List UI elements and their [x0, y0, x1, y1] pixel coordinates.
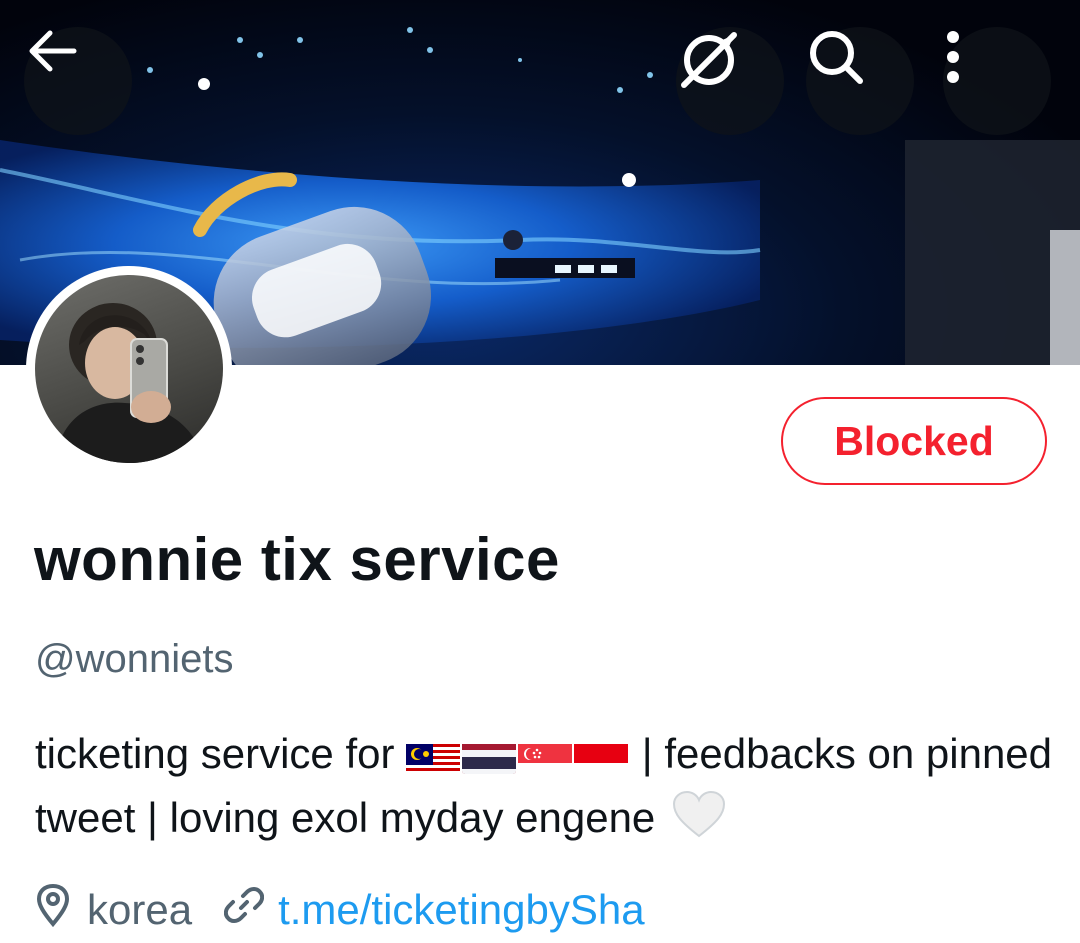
location-text: korea [87, 886, 193, 933]
username-handle: @wonniets [35, 637, 234, 681]
location-pin-icon [35, 883, 71, 937]
arrow-left-icon [29, 30, 77, 72]
singapore-flag-icon [518, 736, 573, 774]
profile-bio: ticketing service for | feedbacks on pin… [35, 722, 1055, 850]
profile-meta-row: korea t.me/ticketingbySha [35, 880, 645, 940]
thailand-flag-icon [462, 736, 517, 774]
indonesia-flag-icon [574, 736, 629, 774]
grok-button[interactable] [676, 27, 784, 135]
profile-website-link[interactable]: t.me/ticketingbySha [278, 886, 645, 934]
more-vertical-icon [947, 31, 959, 83]
link-icon [223, 885, 265, 935]
malaysia-flag-icon [406, 736, 461, 774]
search-button[interactable] [806, 27, 914, 135]
back-button[interactable] [24, 27, 132, 135]
bio-text-start: ticketing service for [35, 730, 407, 777]
grok-icon [681, 32, 737, 88]
search-icon [810, 31, 863, 84]
blocked-label: Blocked [834, 417, 994, 464]
avatar-photo [35, 275, 223, 463]
white-heart-icon [671, 790, 727, 840]
more-options-button[interactable] [943, 27, 1051, 135]
avatar[interactable] [26, 266, 232, 472]
display-name: wonnie tix service [34, 526, 560, 593]
blocked-button[interactable]: Blocked [781, 397, 1047, 485]
